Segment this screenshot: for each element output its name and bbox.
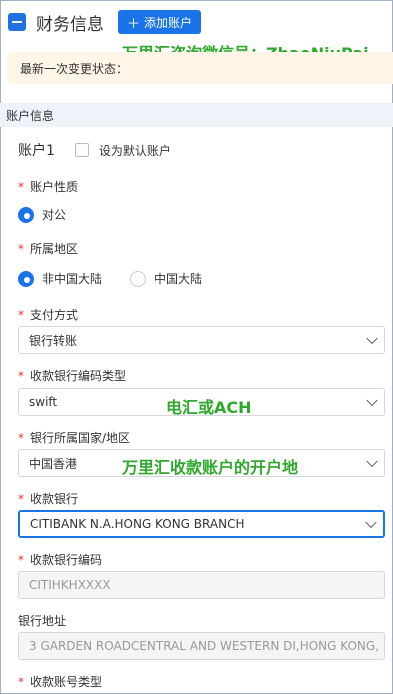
required-mark: * — [18, 553, 24, 567]
radio-corporate-label: 对公 — [42, 208, 67, 222]
radio-non-mainland-label: 非中国大陆 — [42, 272, 103, 286]
required-mark: * — [18, 308, 24, 322]
bank-address-value: 3 GARDEN ROADCENTRAL AND WESTERN DI,HONG… — [29, 639, 384, 653]
receiving-location-overlay-text: 万里汇收款账户的开户地 — [122, 458, 299, 477]
account-number-type-label: * 收款账号类型 — [18, 675, 103, 689]
account-row: 账户1 设为默认账户 — [18, 140, 171, 160]
bank-label: * 收款银行 — [18, 492, 79, 506]
region-label: * 所属地区 — [18, 242, 79, 256]
payment-method-value: 银行转账 — [29, 333, 78, 348]
required-mark: * — [18, 492, 24, 506]
bank-country-label: * 银行所属国家/地区 — [18, 431, 131, 445]
page-header: 财务信息 ＋ 添加账户 — [0, 0, 393, 44]
bank-code-value: CITIHKHXXXX — [29, 578, 111, 592]
bank-code-field[interactable]: CITIHKHXXXX — [18, 571, 385, 599]
section-title: 账户信息 — [6, 108, 55, 123]
status-bar: 最新一次变更状态： — [8, 52, 393, 84]
bank-address-field[interactable]: 3 GARDEN ROADCENTRAL AND WESTERN DI,HONG… — [18, 632, 385, 660]
account-type-label: * 账户性质 — [18, 180, 79, 194]
page-title: 财务信息 — [36, 14, 104, 35]
region-radio-group: 非中国大陆 中国大陆 — [18, 270, 230, 287]
bank-code-type-label: * 收款银行编码类型 — [18, 369, 127, 383]
chevron-down-icon — [366, 455, 378, 468]
radio-mainland-label: 中国大陆 — [154, 272, 203, 286]
bank-value: CITIBANK N.A.HONG KONG BRANCH — [30, 517, 245, 531]
bank-code-label: * 收款银行编码 — [18, 553, 103, 567]
chevron-down-icon — [366, 332, 378, 345]
required-mark: * — [18, 180, 24, 194]
default-account-checkbox[interactable] — [74, 143, 89, 157]
account-type-radio-group: 对公 — [18, 206, 94, 223]
wire-overlay-text: 电汇或ACH — [166, 398, 252, 417]
bank-code-type-value: swift — [29, 395, 58, 409]
plus-icon: ＋ — [127, 16, 141, 32]
default-account-label: 设为默认账户 — [98, 143, 171, 158]
chevron-down-icon — [365, 516, 377, 529]
radio-mainland[interactable] — [130, 270, 147, 287]
required-mark: * — [18, 369, 24, 383]
add-account-label: 添加账户 — [144, 15, 193, 30]
required-mark: * — [18, 431, 24, 445]
chevron-down-icon — [366, 394, 378, 407]
payment-method-select[interactable]: 银行转账 — [18, 326, 385, 354]
required-mark: * — [18, 242, 24, 256]
section-header: 账户信息 — [0, 103, 393, 127]
finance-icon — [8, 13, 26, 31]
add-account-button[interactable]: ＋ 添加账户 — [118, 10, 202, 34]
account-name: 账户1 — [18, 143, 55, 159]
radio-non-mainland[interactable] — [18, 270, 34, 287]
status-label: 最新一次变更状态： — [20, 61, 129, 76]
bank-country-value: 中国香港 — [29, 456, 78, 471]
bank-select[interactable]: CITIBANK N.A.HONG KONG BRANCH — [18, 510, 385, 538]
bank-address-label: 银行地址 — [18, 614, 67, 628]
required-mark: * — [18, 675, 24, 689]
payment-method-label: * 支付方式 — [18, 308, 79, 322]
radio-corporate[interactable] — [18, 206, 34, 223]
